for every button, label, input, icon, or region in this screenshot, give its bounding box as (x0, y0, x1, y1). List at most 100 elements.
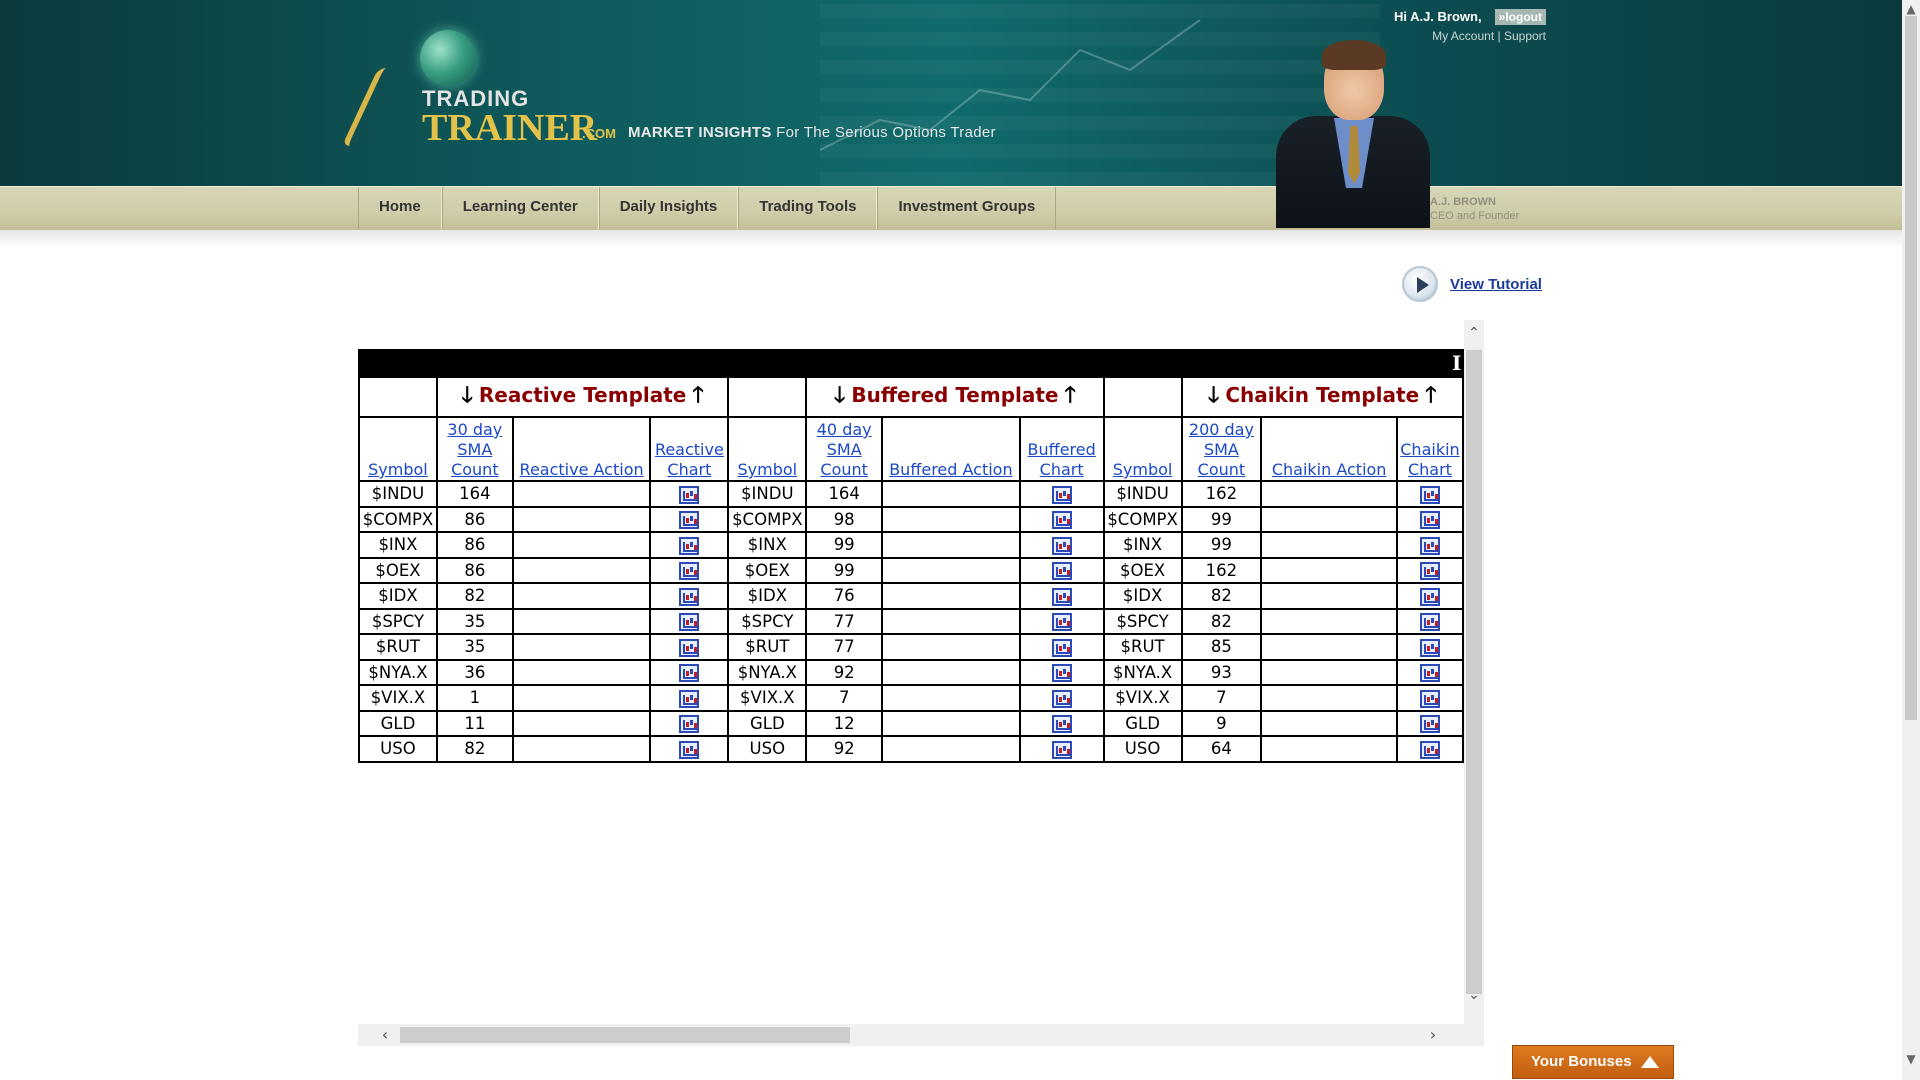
symbol-cell: $SPCY (358, 607, 438, 635)
support-link[interactable]: Support (1504, 29, 1546, 43)
chart-icon[interactable] (679, 485, 700, 504)
chart-icon[interactable] (1051, 689, 1072, 708)
logout-button[interactable]: »logout (1494, 9, 1546, 25)
sort-symbol-link[interactable]: Symbol (738, 460, 798, 479)
page-scroll-thumb[interactable] (1905, 16, 1917, 720)
chart-icon[interactable] (1419, 664, 1440, 682)
scroll-down-icon[interactable]: ⌄ (1464, 984, 1484, 1006)
buffered-chart-cell (1018, 607, 1105, 635)
page-vertical-scrollbar[interactable]: ▲ ▼ (1902, 0, 1920, 1080)
nav-item-learning-center[interactable]: Learning Center (441, 187, 599, 229)
nav-item-trading-tools[interactable]: Trading Tools (738, 187, 878, 229)
buffered-chart-cell (1018, 480, 1105, 508)
chart-icon[interactable] (1051, 715, 1072, 733)
sort-up-icon[interactable]: 🡑 (1065, 383, 1076, 408)
chart-icon[interactable] (1051, 664, 1072, 682)
sort-down-icon[interactable]: 🡓 (1208, 383, 1219, 408)
chart-icon[interactable] (1051, 511, 1072, 529)
sort-up-icon[interactable]: 🡑 (692, 383, 703, 408)
page-scroll-up-icon[interactable]: ▲ (1902, 2, 1920, 16)
chart-icon[interactable] (1419, 587, 1440, 606)
chart-icon[interactable] (679, 562, 700, 580)
founder-name: A.J. BROWN (1430, 196, 1496, 208)
buffered-chart-cell (1018, 505, 1105, 533)
chart-icon[interactable] (1051, 613, 1072, 631)
chart-icon[interactable] (1051, 562, 1072, 580)
frame-horizontal-scrollbar[interactable]: ‹ › (358, 1024, 1484, 1046)
reactive-count-cell: 1 (435, 684, 514, 712)
group-header-buffered: 🡓 Buffered Template 🡑 (805, 376, 1105, 418)
sort-up-icon[interactable]: 🡑 (1425, 383, 1436, 408)
col-header-buffered-count: 40 day SMA Count (805, 416, 884, 482)
frame-horizontal-scroll-thumb[interactable] (400, 1027, 850, 1043)
symbol-cell: $VIX.X (358, 684, 438, 712)
chart-icon[interactable] (1419, 689, 1440, 708)
buffered-count-cell: 92 (805, 658, 884, 686)
chart-icon[interactable] (679, 740, 700, 759)
sort-down-icon[interactable]: 🡓 (461, 383, 472, 408)
chart-icon[interactable] (1051, 638, 1072, 657)
col-header-symbol: Symbol (358, 416, 438, 482)
sort-down-icon[interactable]: 🡓 (834, 383, 845, 408)
chart-icon[interactable] (1419, 485, 1440, 504)
chart-icon[interactable] (1051, 587, 1072, 606)
sort-chaikin-chart-link[interactable]: Chaikin Chart (1400, 440, 1459, 479)
chaikin-count-cell: 162 (1180, 556, 1263, 584)
site-logo[interactable]: TRADING TRAINER .COM (341, 28, 616, 149)
chart-icon[interactable] (1051, 740, 1072, 759)
sort-chaikin-action-link[interactable]: Chaikin Action (1272, 460, 1387, 479)
chart-icon[interactable] (1051, 485, 1072, 504)
nav-item-home[interactable]: Home (358, 187, 442, 229)
col-header-chaikin-chart: Chaikin Chart (1395, 416, 1464, 482)
frame-vertical-scrollbar[interactable]: ⌃ ⌄ (1464, 320, 1484, 1024)
sort-buffered-action-link[interactable]: Buffered Action (889, 460, 1012, 479)
view-tutorial-link[interactable]: View Tutorial (1402, 266, 1542, 302)
chart-icon[interactable] (1419, 613, 1440, 631)
sort-reactive-count-link[interactable]: 30 day SMA Count (447, 420, 502, 479)
sort-buffered-chart-link[interactable]: Buffered Chart (1028, 440, 1096, 479)
chart-icon[interactable] (679, 715, 700, 733)
chart-icon[interactable] (1419, 536, 1440, 555)
buffered-count-cell: 76 (805, 582, 884, 610)
chart-icon[interactable] (679, 511, 700, 529)
buffered-action-cell (881, 684, 1021, 712)
scroll-up-icon[interactable]: ⌃ (1464, 322, 1484, 344)
frame-vertical-scroll-thumb[interactable] (1466, 350, 1482, 994)
chaikin-count-cell: 64 (1180, 735, 1263, 763)
page-scroll-down-icon[interactable]: ▼ (1902, 1052, 1920, 1066)
scroll-left-icon[interactable]: ‹ (370, 1024, 400, 1046)
chart-icon[interactable] (1419, 638, 1440, 657)
my-account-link[interactable]: My Account (1432, 29, 1494, 43)
column-header-row: Symbol 30 day SMA Count Reactive Action … (358, 416, 1464, 482)
sort-reactive-chart-link[interactable]: Reactive Chart (655, 440, 724, 479)
chart-icon[interactable] (1419, 715, 1440, 733)
chart-icon[interactable] (1419, 740, 1440, 759)
buffered-action-cell (881, 633, 1021, 661)
chart-icon[interactable] (679, 613, 700, 631)
sort-symbol-link[interactable]: Symbol (368, 460, 428, 479)
chart-icon[interactable] (679, 664, 700, 682)
symbol-cell: GLD (358, 709, 438, 737)
chart-icon[interactable] (679, 587, 700, 606)
nav-item-investment-groups[interactable]: Investment Groups (877, 187, 1057, 229)
chart-icon[interactable] (1051, 536, 1072, 555)
chaikin-action-cell (1260, 480, 1398, 508)
group-label-chaikin: Chaikin Template (1225, 383, 1420, 407)
your-bonuses-button[interactable]: Your Bonuses (1512, 1045, 1674, 1079)
chart-icon[interactable] (679, 638, 700, 657)
chart-icon[interactable] (679, 689, 700, 708)
sort-buffered-count-link[interactable]: 40 day SMA Count (817, 420, 872, 479)
chart-icon[interactable] (1419, 511, 1440, 529)
reactive-action-cell (511, 709, 652, 737)
sort-symbol-link[interactable]: Symbol (1113, 460, 1173, 479)
chart-icon[interactable] (1419, 562, 1440, 580)
play-icon[interactable] (1402, 266, 1438, 302)
sort-reactive-action-link[interactable]: Reactive Action (520, 460, 644, 479)
nav-item-daily-insights[interactable]: Daily Insights (598, 187, 739, 229)
sort-chaikin-count-link[interactable]: 200 day SMA Count (1189, 420, 1254, 479)
reactive-action-cell (511, 684, 652, 712)
buffered-chart-cell (1018, 735, 1105, 763)
chart-icon[interactable] (679, 536, 700, 555)
scroll-right-icon[interactable]: › (1418, 1024, 1448, 1046)
view-tutorial-label[interactable]: View Tutorial (1450, 276, 1542, 293)
